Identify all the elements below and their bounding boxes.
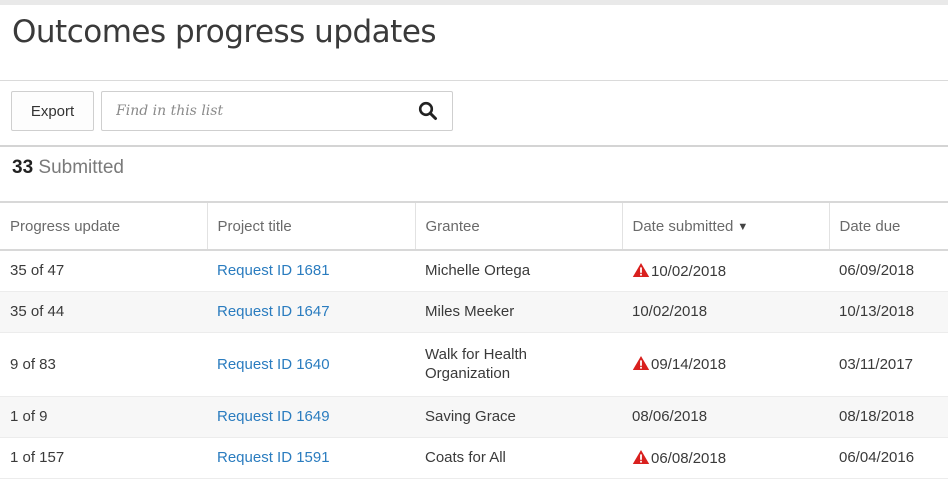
cell-project-title: Request ID 1681 xyxy=(207,250,415,292)
cell-progress-update: 1 of 157 xyxy=(0,437,207,479)
table-row: 1 of 9 Request ID 1649 Saving Grace 08/06/2… xyxy=(0,396,948,438)
cell-grantee: Coats for All xyxy=(415,437,622,479)
sort-caret-down-icon: ▼ xyxy=(737,220,749,233)
column-header-label: Grantee xyxy=(425,217,480,235)
cell-grantee: Walk for Health Organization xyxy=(415,332,622,397)
cell-grantee: Miles Meeker xyxy=(415,291,622,333)
cell-date-submitted: 09/14/2018 xyxy=(622,332,829,397)
submitted-count-number: 33 xyxy=(12,157,34,178)
column-header-label: Date submitted xyxy=(632,217,734,235)
date-submitted-value: 10/02/2018 xyxy=(632,303,708,320)
cell-project-title: Request ID 1647 xyxy=(207,291,415,333)
cell-project-title: Request ID 1640 xyxy=(207,332,415,397)
table-header-row: Progress update Project title Grantee Da… xyxy=(0,201,948,251)
top-strip xyxy=(0,0,948,5)
cell-progress-update: 35 of 44 xyxy=(0,291,207,333)
project-link[interactable]: Request ID 1591 xyxy=(217,449,330,466)
cell-progress-update: 35 of 47 xyxy=(0,250,207,292)
cell-date-submitted: 10/02/2018 xyxy=(622,250,829,292)
column-header-date-submitted[interactable]: Date submitted ▼ xyxy=(621,201,829,251)
cell-date-due: 03/11/2017 xyxy=(829,332,948,397)
project-link[interactable]: Request ID 1649 xyxy=(217,408,330,425)
page-title: Outcomes progress updates xyxy=(12,14,437,50)
date-submitted-value: 06/08/2018 xyxy=(651,449,727,467)
column-header-label: Date due xyxy=(839,217,901,235)
cell-date-submitted: 08/06/2018 xyxy=(622,396,829,438)
search-input[interactable] xyxy=(102,92,402,130)
date-submitted-value: 08/06/2018 xyxy=(632,408,708,425)
column-header-project-title[interactable]: Project title xyxy=(206,201,415,251)
warning-triangle-icon xyxy=(632,356,650,370)
project-link[interactable]: Request ID 1640 xyxy=(217,356,330,373)
cell-date-due: 10/13/2018 xyxy=(829,291,948,333)
search-icon[interactable] xyxy=(418,101,438,121)
export-button[interactable]: Export xyxy=(11,91,94,131)
cell-date-submitted: 10/02/2018 xyxy=(622,291,829,333)
cell-date-due: 08/18/2018 xyxy=(829,396,948,438)
warning-triangle-icon xyxy=(632,449,650,464)
cell-date-due: 06/09/2018 xyxy=(829,250,948,292)
table-row: 35 of 47 Request ID 1681 Michelle Ortega 10… xyxy=(0,250,948,292)
date-submitted-value: 09/14/2018 xyxy=(651,356,727,373)
cell-date-due: 06/04/2016 xyxy=(829,437,948,479)
cell-progress-update: 1 of 9 xyxy=(0,396,207,438)
table-row: 35 of 44 Request ID 1647 Miles Meeker 10/02… xyxy=(0,291,948,333)
cell-grantee: Michelle Ortega xyxy=(415,250,622,292)
cell-date-submitted: 06/08/2018 xyxy=(622,437,829,479)
table-row: 1 of 157 Request ID 1591 Coats for All 06/0… xyxy=(0,437,948,479)
list-toolbar: Export xyxy=(0,80,948,147)
cell-project-title: Request ID 1649 xyxy=(207,396,415,438)
cell-project-title: Request ID 1591 xyxy=(207,437,415,479)
table-row: 9 of 83 Request ID 1640 Walk for Health Or… xyxy=(0,332,948,397)
progress-updates-table: Progress update Project title Grantee Da… xyxy=(0,201,948,479)
submitted-count-label: Submitted xyxy=(38,157,124,178)
column-header-label: Project title xyxy=(217,217,292,235)
column-header-date-due[interactable]: Date due xyxy=(828,201,948,251)
column-header-label: Progress update xyxy=(10,217,121,235)
column-header-grantee[interactable]: Grantee xyxy=(414,201,622,251)
submitted-count: 33 Submitted xyxy=(12,157,124,179)
cell-progress-update: 9 of 83 xyxy=(0,332,207,397)
project-link[interactable]: Request ID 1681 xyxy=(217,262,330,279)
search-box xyxy=(101,91,453,131)
warning-triangle-icon xyxy=(632,262,650,277)
column-header-progress-update[interactable]: Progress update xyxy=(0,201,207,251)
date-submitted-value: 10/02/2018 xyxy=(651,262,727,280)
project-link[interactable]: Request ID 1647 xyxy=(217,303,330,320)
cell-grantee: Saving Grace xyxy=(415,396,622,438)
